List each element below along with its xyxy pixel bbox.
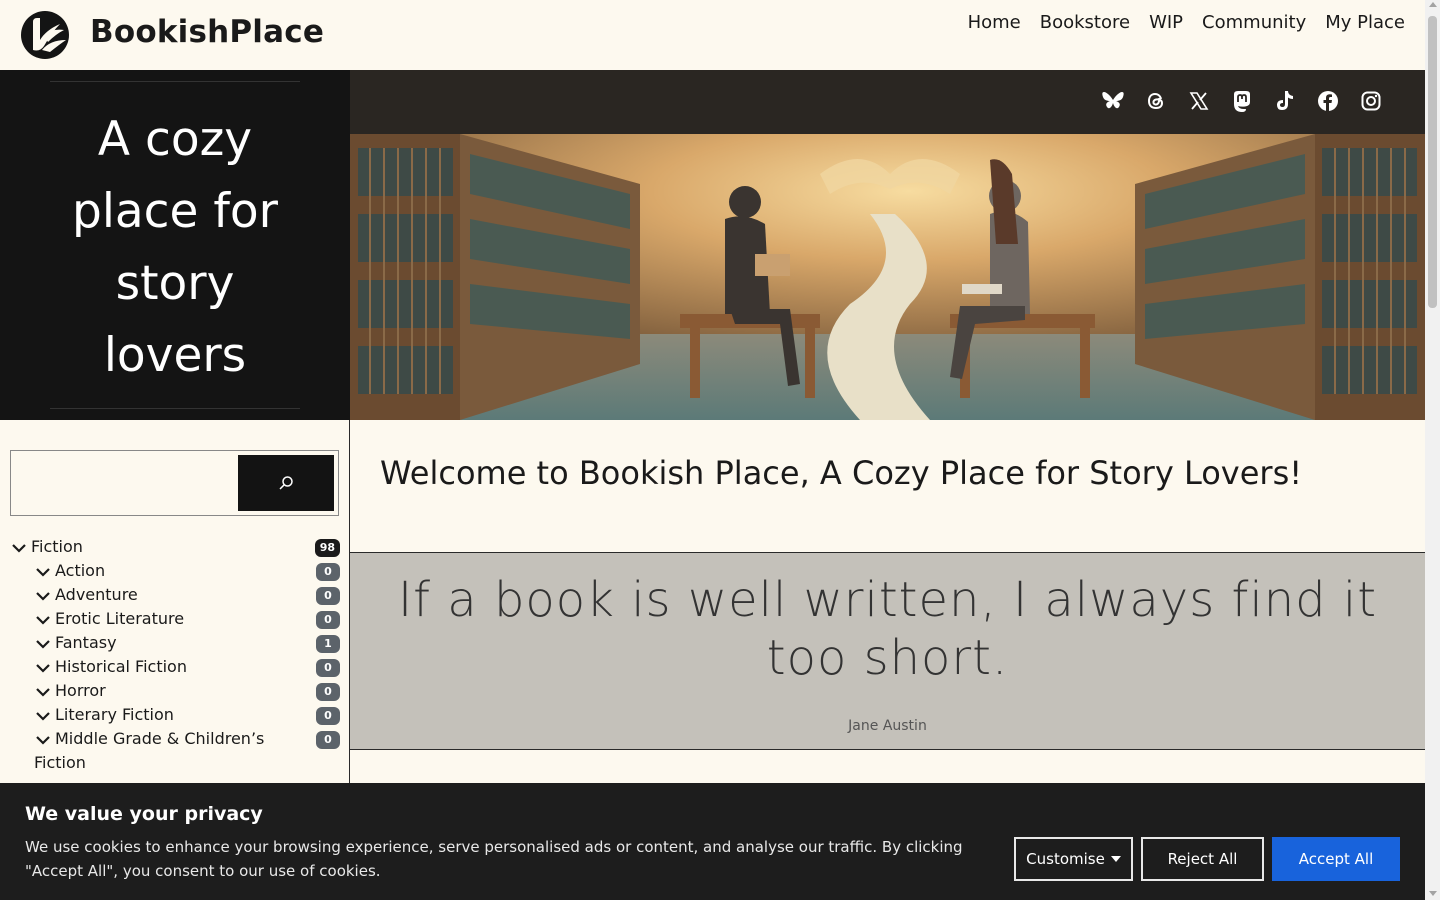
chevron-down-icon[interactable] (34, 662, 52, 674)
mastodon-icon[interactable] (1230, 89, 1254, 113)
nav-bookstore[interactable]: Bookstore (1040, 12, 1130, 33)
category-item[interactable]: Fiction 98 (10, 535, 340, 559)
category-item[interactable]: Action 0 (10, 559, 340, 583)
scroll-down-icon[interactable] (1429, 891, 1437, 896)
divider (50, 81, 300, 82)
quote-block: If a book is well written, I always find… (350, 552, 1425, 750)
category-label[interactable]: Middle Grade & Children’s Fiction (34, 729, 264, 772)
count-badge: 0 (316, 659, 340, 677)
x-icon[interactable] (1187, 89, 1211, 113)
tiktok-icon[interactable] (1273, 89, 1297, 113)
category-label[interactable]: Adventure (55, 585, 138, 604)
nav-home[interactable]: Home (968, 12, 1021, 33)
scroll-up-icon[interactable] (1429, 2, 1437, 7)
chevron-down-icon[interactable] (34, 710, 52, 722)
count-badge: 0 (316, 683, 340, 701)
category-item[interactable]: Historical Fiction 0 (10, 655, 340, 679)
count-badge: 98 (314, 539, 340, 557)
customise-label: Customise (1026, 850, 1105, 868)
social-links (1101, 89, 1383, 113)
category-item[interactable]: Horror 0 (10, 679, 340, 703)
category-label[interactable]: Erotic Literature (55, 609, 184, 628)
chevron-down-icon[interactable] (10, 542, 28, 554)
nav-wip[interactable]: WIP (1149, 12, 1183, 33)
category-item[interactable]: Adventure 0 (10, 583, 340, 607)
count-badge: 0 (316, 563, 340, 581)
threads-icon[interactable] (1144, 89, 1168, 113)
divider (50, 408, 300, 409)
page-title: Welcome to Bookish Place, A Cozy Place f… (380, 454, 1303, 492)
chevron-down-icon[interactable] (34, 566, 52, 578)
count-badge: 1 (316, 635, 340, 653)
quote-text: If a book is well written, I always find… (397, 572, 1378, 686)
chevron-down-icon[interactable] (34, 638, 52, 650)
chevron-down-icon[interactable] (34, 590, 52, 602)
facebook-icon[interactable] (1316, 89, 1340, 113)
count-badge: 0 (316, 707, 340, 725)
instagram-icon[interactable] (1359, 89, 1383, 113)
main-nav: Home Bookstore WIP Community My Place (968, 12, 1405, 33)
accept-all-button[interactable]: Accept All (1272, 837, 1400, 881)
site-name[interactable]: BookishPlace (90, 14, 324, 50)
count-badge: 0 (316, 587, 340, 605)
customise-button[interactable]: Customise (1014, 837, 1133, 881)
category-item[interactable]: Literary Fiction 0 (10, 703, 340, 727)
caret-down-icon (1110, 856, 1121, 862)
category-label[interactable]: Historical Fiction (55, 657, 187, 676)
cookie-title: We value your privacy (25, 803, 263, 825)
chevron-down-icon[interactable] (34, 686, 52, 698)
hero-illustration (350, 134, 1425, 420)
search-input[interactable] (13, 453, 233, 513)
bluesky-icon[interactable] (1101, 89, 1125, 113)
cookie-text: We use cookies to enhance your browsing … (25, 838, 963, 880)
page-scrollbar[interactable] (1425, 0, 1440, 900)
search-form (10, 450, 339, 516)
social-bar (350, 70, 1425, 134)
chevron-down-icon[interactable] (34, 734, 52, 746)
category-label[interactable]: Horror (55, 681, 106, 700)
search-icon (279, 476, 293, 490)
category-label[interactable]: Action (55, 561, 105, 580)
count-badge: 0 (316, 731, 340, 749)
hero-tagline: A cozy place for story lovers (71, 112, 278, 383)
cookie-banner: We value your privacy We use cookies to … (0, 783, 1425, 900)
category-item[interactable]: Middle Grade & Children’s Fiction 0 (10, 727, 340, 775)
hero-banner (350, 70, 1425, 420)
reject-all-button[interactable]: Reject All (1141, 837, 1264, 881)
nav-my-place[interactable]: My Place (1325, 12, 1405, 33)
category-label[interactable]: Fantasy (55, 633, 117, 652)
hero-panel: A cozy place for story lovers (0, 70, 350, 420)
count-badge: 0 (316, 611, 340, 629)
quote-author: Jane Austin (848, 718, 927, 734)
site-header: BookishPlace Home Bookstore WIP Communit… (0, 0, 1425, 70)
category-list: Fiction 98 Action 0 Adventure 0 Erotic L… (10, 535, 340, 775)
search-button[interactable] (238, 455, 334, 511)
chevron-down-icon[interactable] (34, 614, 52, 626)
scroll-thumb[interactable] (1428, 16, 1437, 308)
category-label[interactable]: Literary Fiction (55, 705, 174, 724)
category-item[interactable]: Fantasy 1 (10, 631, 340, 655)
category-item[interactable]: Erotic Literature 0 (10, 607, 340, 631)
category-label[interactable]: Fiction (31, 537, 83, 556)
nav-community[interactable]: Community (1202, 12, 1306, 33)
logo-icon[interactable] (20, 10, 70, 60)
